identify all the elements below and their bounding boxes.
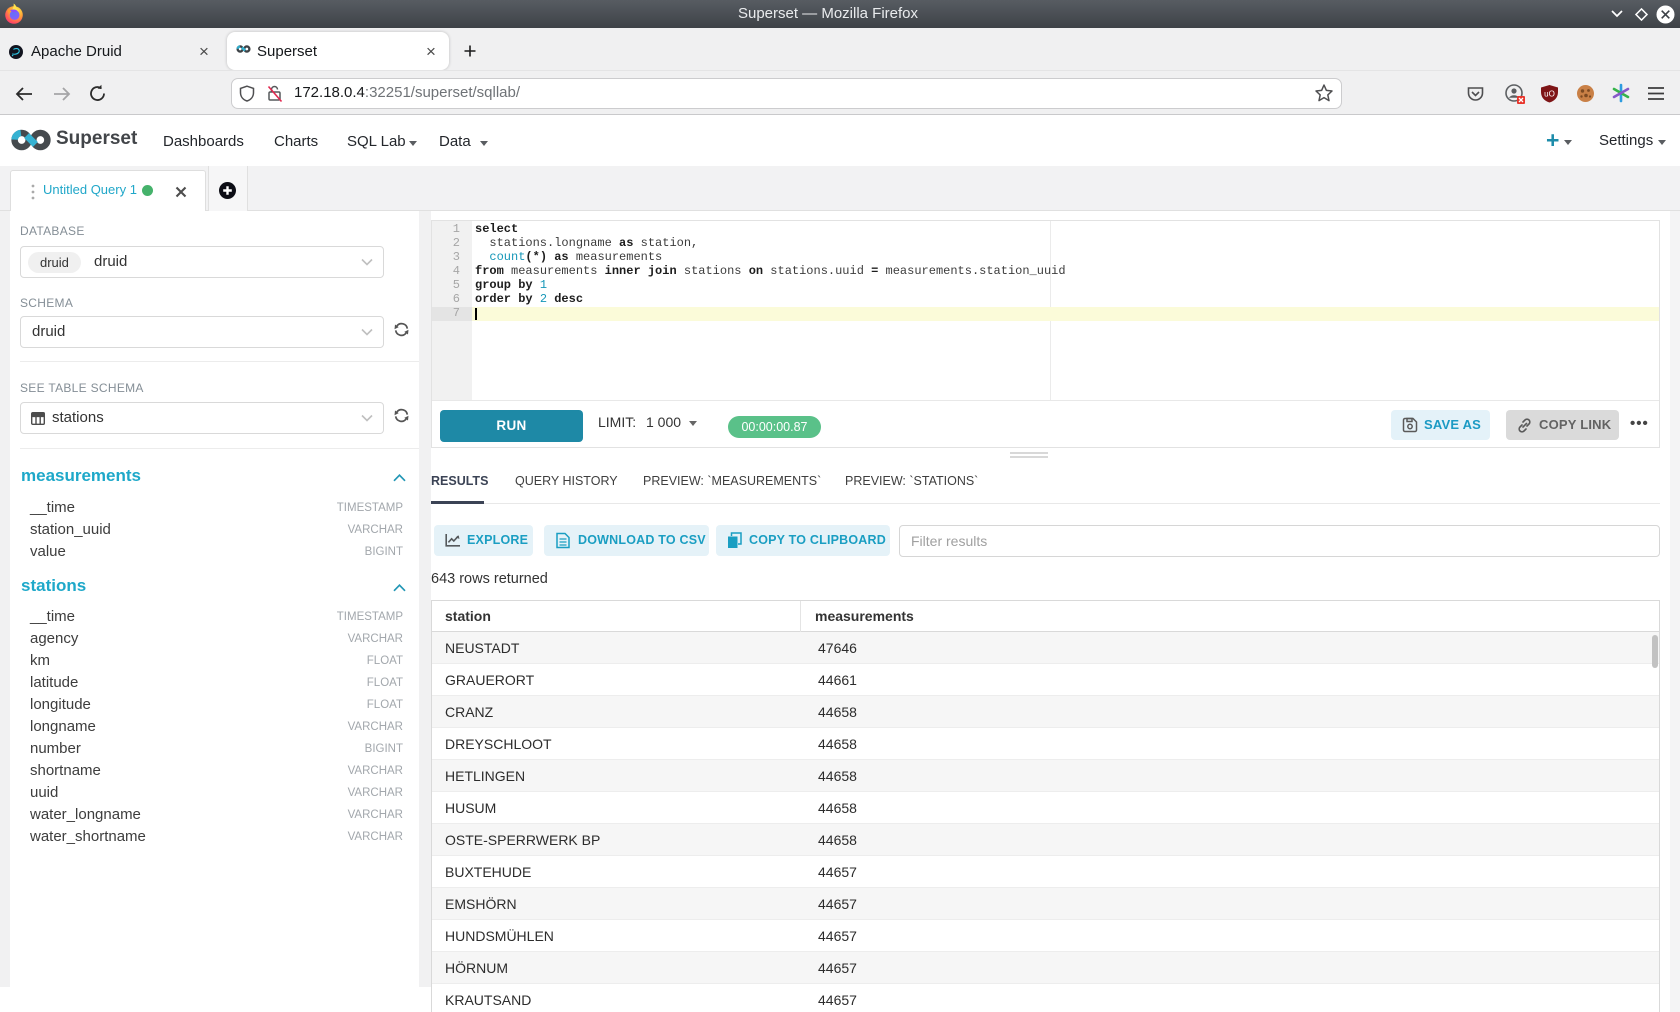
svg-text:uO: uO [1544, 90, 1555, 99]
